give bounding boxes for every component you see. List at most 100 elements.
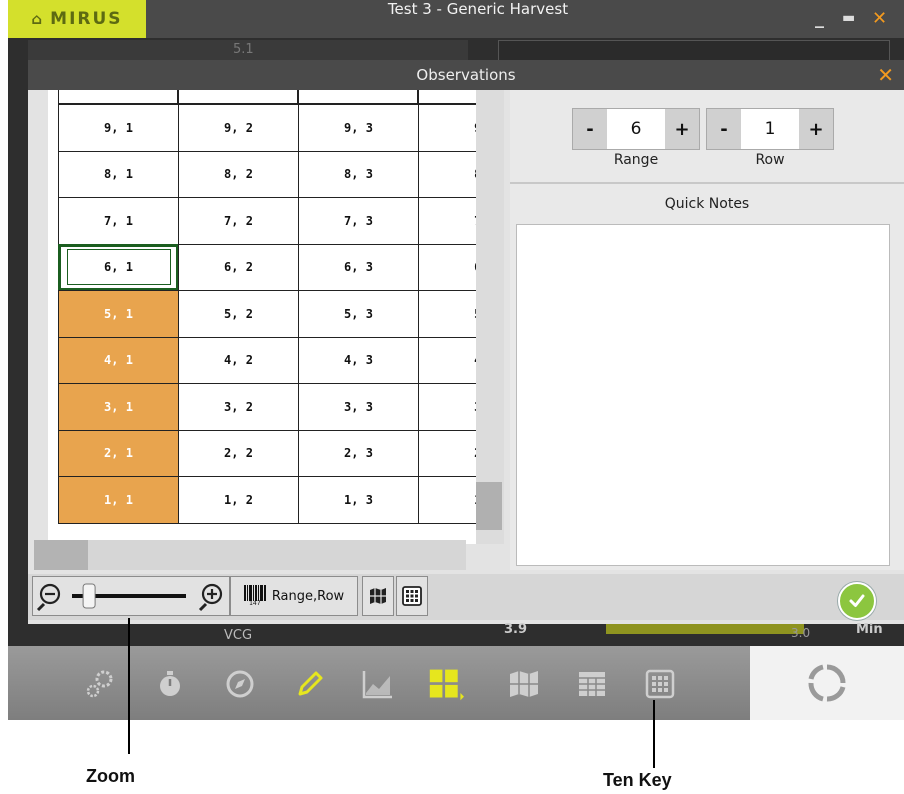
grid-cell[interactable]: 7, 2	[178, 197, 299, 245]
grid-cell[interactable]: 5, 2	[178, 290, 299, 338]
grid-cell[interactable]: 4, 2	[178, 336, 299, 384]
barcode-icon: 147	[243, 585, 266, 607]
grid-cell-selected-text: 6, 1	[66, 249, 171, 286]
close-window-button[interactable]: ✕	[872, 8, 887, 29]
chart-icon	[362, 671, 392, 699]
quick-notes-textarea[interactable]	[516, 224, 890, 566]
grid-cell[interactable]: 3, 2	[178, 383, 299, 431]
nav-grid-view[interactable]	[428, 666, 464, 702]
title-bar: ⌂ MIRUS Test 3 - Generic Harvest _ ▬ ✕	[8, 0, 904, 38]
range-stepper: - 6 +	[572, 108, 700, 150]
field-map-button[interactable]	[362, 576, 394, 616]
dialog-title: Observations	[28, 60, 904, 90]
ten-key-callout-line	[653, 700, 655, 768]
zoom-slider[interactable]	[34, 578, 228, 614]
field-map-icon	[370, 588, 386, 604]
grid-cell[interactable]: 1, 3	[298, 476, 419, 524]
app-window: ⌂ MIRUS Test 3 - Generic Harvest _ ▬ ✕ 5…	[8, 0, 904, 720]
range-row-label: Range,Row	[271, 588, 345, 604]
row-increment-button[interactable]: +	[799, 109, 833, 149]
divider	[510, 182, 904, 184]
grid-cell[interactable]: 2, 1	[58, 429, 179, 477]
ten-key-button[interactable]	[396, 576, 428, 616]
nav-keypad[interactable]	[642, 666, 678, 702]
grid-cell[interactable]: 4, 3	[298, 336, 419, 384]
zoom-in-icon	[198, 583, 223, 612]
grid-cell[interactable]: 8, 2	[178, 150, 299, 198]
range-value[interactable]: 6	[607, 109, 665, 149]
maximize-button[interactable]: ▬	[842, 10, 855, 26]
grid-cell[interactable]: 5, 1	[58, 290, 179, 338]
grid-cell[interactable]: 9, 2	[178, 104, 299, 152]
vertical-scroll-thumb[interactable]	[476, 482, 502, 530]
background-value-left: 3.9	[504, 622, 528, 637]
dialog-close-button[interactable]: ✕	[877, 63, 894, 87]
background-status-row: VCG 3.9 3.0 Min	[28, 622, 904, 646]
quick-notes-label: Quick Notes	[664, 196, 750, 212]
row-value[interactable]: 1	[741, 109, 799, 149]
zoom-out-icon	[36, 583, 61, 612]
sync-button[interactable]	[750, 646, 904, 720]
grid-cell[interactable]: 9, 3	[298, 104, 419, 152]
grid-cell[interactable]: 7, 3	[298, 197, 419, 245]
row-decrement-button[interactable]: -	[707, 109, 741, 149]
right-panel: - 6 + Range - 1 + Row Quick Notes	[510, 90, 904, 570]
ok-button[interactable]	[838, 582, 876, 620]
zoom-callout-line	[128, 618, 130, 754]
bottom-navigation	[8, 646, 904, 720]
background-bar	[606, 624, 804, 634]
pencil-icon	[298, 671, 323, 696]
range-row-button[interactable]: 147 Range,Row	[230, 576, 358, 616]
plot-grid[interactable]: 9, 19, 29, 39, 48, 18, 28, 38, 47, 17, 2…	[48, 90, 504, 544]
nav-observations[interactable]	[292, 666, 328, 702]
background-panel: 5.1	[28, 40, 468, 60]
background-value-mid: 3.0	[791, 626, 811, 640]
ten-key-icon	[402, 586, 422, 606]
grid-cell[interactable]: 4, 1	[58, 336, 179, 384]
grid-cell[interactable]: 9, 1	[58, 104, 179, 152]
background-value-right: Min	[856, 622, 883, 637]
ten-key-callout-label: Ten Key	[603, 770, 672, 790]
grid-cell[interactable]: 1, 2	[178, 476, 299, 524]
nav-compass[interactable]	[222, 666, 258, 702]
checkmark-icon	[849, 594, 865, 607]
grid-cell[interactable]: 7, 1	[58, 197, 179, 245]
range-label: Range	[613, 152, 659, 168]
grid-cell[interactable]: 3, 3	[298, 383, 419, 431]
grid-cell-partial[interactable]	[58, 90, 178, 104]
logo-text: MIRUS	[50, 9, 123, 29]
grid-cell[interactable]: 2, 3	[298, 429, 419, 477]
horizontal-scroll-thumb[interactable]	[34, 540, 88, 570]
vcg-label: VCG	[224, 628, 253, 643]
nav-settings[interactable]	[82, 666, 118, 702]
minimize-button[interactable]: _	[815, 8, 824, 29]
grid-cell[interactable]: 8, 3	[298, 150, 419, 198]
row-label: Row	[755, 152, 785, 168]
nav-chart[interactable]	[360, 666, 396, 702]
grid-cell-partial[interactable]	[178, 90, 298, 104]
grid-cell-partial[interactable]	[298, 90, 418, 104]
grid-cell[interactable]: 6, 3	[298, 243, 419, 291]
grid-cell[interactable]: 1, 1	[58, 476, 179, 524]
home-icon: ⌂	[31, 10, 45, 28]
horizontal-scrollbar[interactable]	[34, 540, 466, 570]
range-increment-button[interactable]: +	[665, 109, 699, 149]
background-value: 5.1	[233, 42, 254, 57]
vertical-scrollbar[interactable]	[476, 90, 504, 544]
grid-cell[interactable]: 2, 2	[178, 429, 299, 477]
mirus-logo[interactable]: ⌂ MIRUS	[8, 0, 146, 38]
timer-icon	[160, 671, 180, 696]
nav-table[interactable]	[574, 666, 610, 702]
grid-cell[interactable]: 3, 1	[58, 383, 179, 431]
range-decrement-button[interactable]: -	[573, 109, 607, 149]
grid-cell[interactable]: 5, 3	[298, 290, 419, 338]
grid-cell[interactable]: 8, 1	[58, 150, 179, 198]
table-icon	[579, 672, 605, 696]
window-title: Test 3 - Generic Harvest	[387, 0, 569, 18]
grid-cell[interactable]: 6, 2	[178, 243, 299, 291]
map-icon	[510, 671, 538, 697]
nav-timer[interactable]	[152, 666, 188, 702]
grid-cell[interactable]: 6, 1	[58, 243, 179, 291]
zoom-slider-thumb	[82, 583, 96, 609]
nav-map[interactable]	[506, 666, 542, 702]
